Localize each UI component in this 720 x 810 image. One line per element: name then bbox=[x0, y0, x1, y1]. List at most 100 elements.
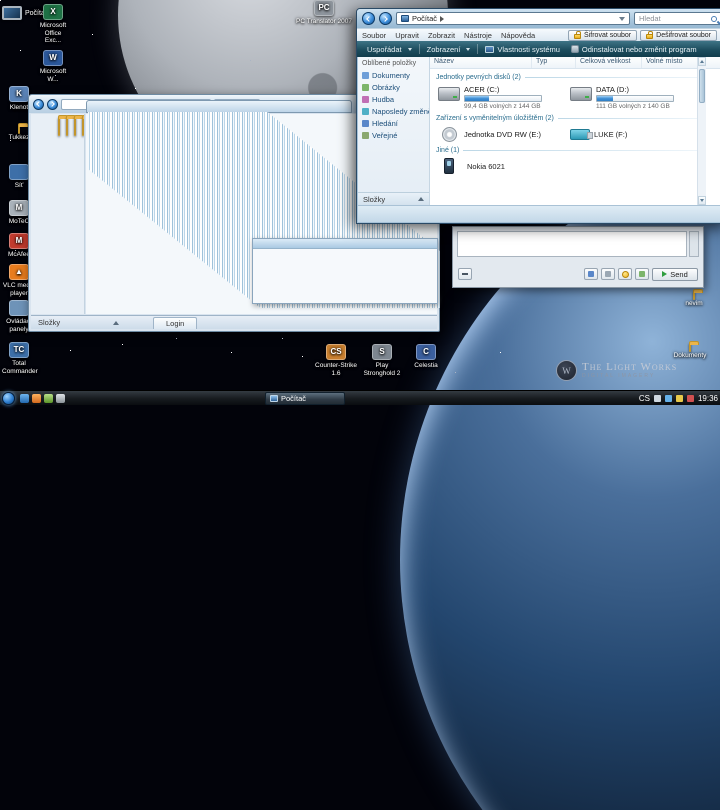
send-message-dialog: Send bbox=[452, 226, 704, 288]
app-icon: M bbox=[9, 200, 29, 216]
desktop-icon-excel[interactable]: X Microsoft Office Exc... bbox=[36, 4, 70, 45]
column-typ[interactable]: Typ bbox=[532, 57, 576, 68]
counter-strike-icon: CS bbox=[326, 344, 346, 360]
forward-button[interactable] bbox=[379, 12, 392, 25]
drive-item-luke[interactable]: LUKE (F:) bbox=[568, 124, 700, 144]
desktop-icon-celestia[interactable]: C Celestia bbox=[406, 344, 446, 370]
drive-item-d[interactable]: DATA (D:) 111 GB volných z 140 GB bbox=[568, 83, 700, 112]
forward-button[interactable] bbox=[47, 99, 58, 110]
sidebar-item-hudba[interactable]: Hudba bbox=[358, 93, 429, 105]
quick-launch-icon[interactable] bbox=[44, 394, 53, 403]
menu-soubor[interactable]: Soubor bbox=[362, 31, 386, 40]
back-button[interactable] bbox=[362, 12, 375, 25]
login-tab[interactable]: Login bbox=[153, 317, 197, 329]
back-button[interactable] bbox=[33, 99, 44, 110]
drive-item-dvd[interactable]: Jednotka DVD RW (E:) bbox=[436, 124, 568, 144]
sidebar-item-verejne[interactable]: Veřejné bbox=[358, 129, 429, 141]
desktop-icon-dokumenty[interactable]: Dokumenty bbox=[666, 344, 714, 359]
desktop-icon-total-commander[interactable]: TC Total Commander bbox=[2, 342, 36, 375]
start-button[interactable] bbox=[2, 392, 15, 405]
menu-upravit[interactable]: Upravit bbox=[395, 31, 419, 40]
search-input[interactable]: Hledat bbox=[634, 12, 720, 25]
tray-icon[interactable] bbox=[654, 395, 661, 402]
uninstall-program-button[interactable]: Odinstalovat nebo změnit program bbox=[567, 43, 701, 56]
back-arrow-icon bbox=[36, 101, 42, 107]
drive-item-c[interactable]: ACER (C:) 99,4 GB volných z 144 GB bbox=[436, 83, 568, 112]
column-nazev[interactable]: Název bbox=[430, 57, 532, 68]
group-header-other[interactable]: Jiné (1) bbox=[436, 147, 700, 154]
organize-button[interactable]: Uspořádat bbox=[363, 43, 416, 56]
scrollbar-thumb[interactable] bbox=[699, 69, 705, 103]
quick-launch-icon[interactable] bbox=[56, 394, 65, 403]
breadcrumb-arrow-icon[interactable] bbox=[440, 16, 444, 22]
sidebar-item-naposledy-zmenene[interactable]: Naposledy změněné bbox=[358, 105, 429, 117]
address-bar[interactable]: Počítač bbox=[396, 12, 630, 25]
folder-icon[interactable] bbox=[82, 117, 84, 136]
control-panel-icon bbox=[9, 300, 29, 316]
lightworks-logo-icon: W bbox=[556, 360, 577, 381]
hard-drive-icon bbox=[438, 87, 460, 101]
vertical-scrollbar[interactable] bbox=[697, 57, 706, 205]
breadcrumb[interactable]: Počítač bbox=[412, 14, 437, 23]
explorer-command-bar: Uspořádat Zobrazení Vlastnosti systému O… bbox=[357, 41, 720, 57]
device-item-nokia[interactable]: Nokia 6021 bbox=[436, 156, 568, 176]
desktop-icon-word[interactable]: W Microsoft W... bbox=[36, 50, 70, 83]
remove-button[interactable] bbox=[458, 268, 472, 280]
desktop-icon-counter-strike[interactable]: CS Counter-Strike 1.6 bbox=[314, 344, 358, 377]
views-button[interactable]: Zobrazení bbox=[423, 43, 475, 56]
scroll-up-button[interactable] bbox=[698, 57, 706, 66]
desktop-icon-nevim[interactable]: nevim bbox=[674, 292, 714, 307]
sidebar-label: Dokumenty bbox=[372, 71, 410, 80]
message-text-area[interactable] bbox=[457, 231, 687, 257]
folder-icon bbox=[18, 125, 20, 134]
group-header-removable[interactable]: Zařízení s vyměnitelným úložištěm (2) bbox=[436, 115, 700, 122]
clock[interactable]: 19:36 bbox=[698, 394, 718, 403]
explorer-titlebar[interactable]: Počítač Hledat bbox=[357, 9, 720, 28]
device-row: Nokia 6021 bbox=[436, 156, 700, 176]
desktop-icon-label: nevim bbox=[674, 300, 714, 308]
drive-groups: Jednotky pevných disků (2) ACER (C:) 99,… bbox=[430, 69, 720, 176]
folder-icon[interactable] bbox=[58, 117, 60, 136]
desktop-icon-label: Celestia bbox=[406, 362, 446, 370]
uninstall-icon bbox=[571, 45, 579, 53]
folders-label: Složky bbox=[38, 318, 60, 327]
system-properties-button[interactable]: Vlastnosti systému bbox=[481, 43, 564, 56]
number-button[interactable] bbox=[635, 268, 649, 280]
folders-expander[interactable]: Složky bbox=[358, 192, 429, 205]
folder-icon[interactable] bbox=[66, 117, 68, 136]
quick-launch-icon[interactable] bbox=[20, 394, 29, 403]
desktop-icon-stronghold[interactable]: S Play Stronghold 2 bbox=[360, 344, 404, 377]
menu-napoveda[interactable]: Nápověda bbox=[501, 31, 535, 40]
tray-icon[interactable] bbox=[676, 395, 683, 402]
separator bbox=[419, 44, 420, 54]
template-button[interactable] bbox=[601, 268, 615, 280]
scroll-down-button[interactable] bbox=[698, 196, 706, 205]
sidebar-item-hledani[interactable]: Hledání bbox=[358, 117, 429, 129]
column-celkova-velikost[interactable]: Celková velikost bbox=[576, 57, 642, 68]
decrypt-file-button[interactable]: Dešifrovat soubor bbox=[640, 30, 717, 41]
group-header-hard-disks[interactable]: Jednotky pevných disků (2) bbox=[436, 74, 700, 81]
sidebar-item-obrazky[interactable]: Obrázky bbox=[358, 81, 429, 93]
language-indicator[interactable]: CS bbox=[639, 394, 650, 403]
wallpaper-watermark: W The Light Works DIGITAL IMAGERY bbox=[556, 360, 677, 381]
insert-text-button[interactable] bbox=[584, 268, 598, 280]
column-volne-misto[interactable]: Volné místo bbox=[642, 57, 700, 68]
encrypt-file-button[interactable]: Šifrovat soubor bbox=[568, 30, 637, 41]
tray-icon[interactable] bbox=[665, 395, 672, 402]
folder-icon[interactable] bbox=[74, 117, 76, 136]
send-button[interactable]: Send bbox=[652, 268, 698, 281]
smiley-button[interactable] bbox=[618, 268, 632, 280]
lock-icon bbox=[574, 34, 581, 39]
celestia-icon: C bbox=[416, 344, 436, 360]
quick-launch-icon[interactable] bbox=[32, 394, 41, 403]
menu-nastroje[interactable]: Nástroje bbox=[464, 31, 492, 40]
folders-expander[interactable]: Složky bbox=[31, 318, 127, 327]
dialog-scrollbar[interactable] bbox=[689, 231, 699, 257]
sidebar-item-dokumenty[interactable]: Dokumenty bbox=[358, 69, 429, 81]
desktop-icon-pc-translator[interactable]: PC PC Translator 2007 bbox=[296, 0, 352, 26]
menu-zobrazit[interactable]: Zobrazit bbox=[428, 31, 455, 40]
taskbar-task-pocitac[interactable]: Počítač bbox=[265, 392, 345, 405]
address-dropdown-icon[interactable] bbox=[619, 17, 625, 21]
tray-icon[interactable] bbox=[687, 395, 694, 402]
drive-name: Jednotka DVD RW (E:) bbox=[464, 130, 566, 139]
